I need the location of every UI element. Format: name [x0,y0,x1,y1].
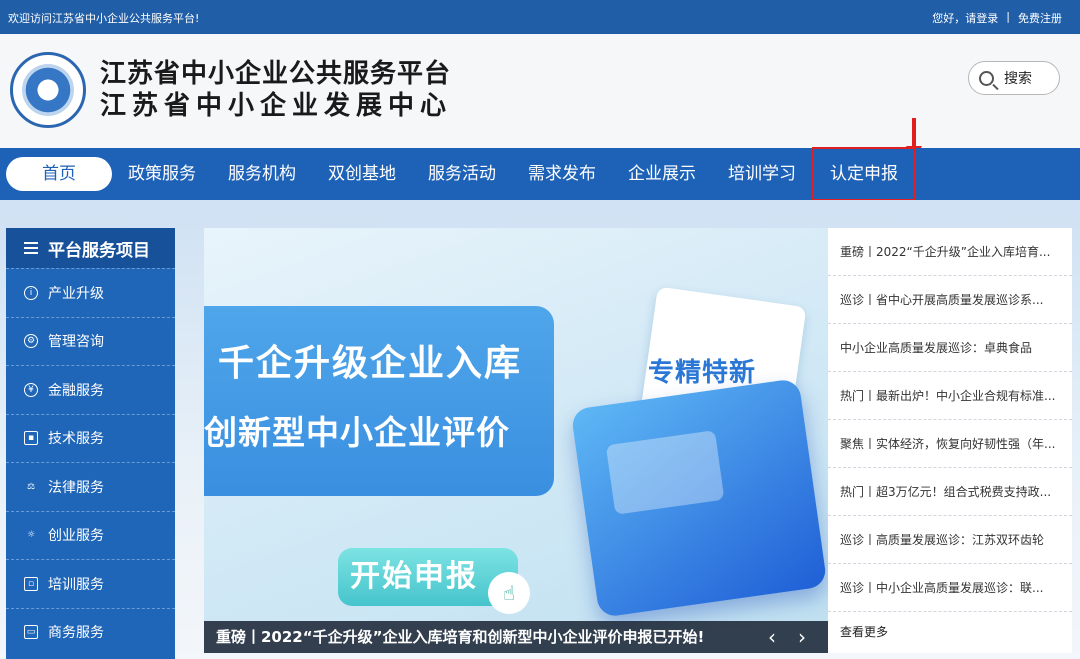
sidebar-item-finance[interactable]: ¥ 金融服务 [6,365,175,414]
search-label: 搜索 [1004,71,1032,87]
nav-item-home[interactable]: 首页 [6,157,112,191]
nav-item-incubators[interactable]: 双创基地 [312,148,412,200]
banner-caption[interactable]: 重磅丨2022“千企升级”企业入库培育和创新型中小企业评价申报已开始! [204,621,828,653]
sidebar-item-industry-upgrade[interactable]: i 产业升级 [6,268,175,317]
sidebar-item-label: 技术服务 [48,431,104,448]
sidebar-item-label: 管理咨询 [48,334,104,351]
gavel-icon: ⚖ [26,481,36,492]
sidebar-item-label: 法律服务 [48,479,104,496]
coin-icon: ¥ [24,382,38,397]
search-icon [979,70,994,86]
account-links: 您好，请登录 | 免费注册 [932,10,1062,26]
nav-item-agencies[interactable]: 服务机构 [212,148,312,200]
info-icon: i [24,285,38,300]
sidebar-item-consulting[interactable]: ⚙ 管理咨询 [6,316,175,366]
list-icon [24,242,38,254]
sidebar-item-legal[interactable]: ⚖ 法律服务 [6,462,175,511]
sidebar-item-label: 创业服务 [48,528,104,545]
sidebar-item-tech[interactable]: ▪ 技术服务 [6,413,175,463]
banner-line2: 创新型中小企业评价 [204,413,510,452]
nav-item-showcase[interactable]: 企业展示 [612,148,712,200]
sidebar-item-label: 产业升级 [48,285,104,302]
site-header: 江苏省中小企业公共服务平台 江苏省中小企业发展中心 搜索 [0,34,1080,160]
nav-item-policy[interactable]: 政策服务 [112,148,212,200]
sidebar-item-business[interactable]: ▭ 商务服务 [6,607,175,657]
tap-hand-icon: ☝ [488,572,530,614]
register-link[interactable]: 免费注册 [1018,10,1062,26]
monitor-icon: ▪ [24,431,38,446]
site-title-line1: 江苏省中小企业公共服务平台 [100,59,452,89]
list-item[interactable]: 巡诊丨省中心开展高质量发展巡诊系... [828,276,1072,324]
list-item[interactable]: 重磅丨2022“千企升级”企业入库培育... [828,228,1072,276]
sidebar-title: 平台服务项目 [48,240,150,261]
search-button[interactable]: 搜索 [968,61,1060,95]
list-item[interactable]: 热门丨超3万亿元！组合式税费支持政... [828,468,1072,516]
nav-item-activities[interactable]: 服务活动 [412,148,512,200]
view-more-link[interactable]: 查看更多 [828,612,1072,653]
sidebar-item-training[interactable]: ▫ 培训服务 [6,559,175,608]
sidebar-item-label: 商务服务 [48,625,104,642]
list-item[interactable]: 聚焦丨实体经济，恢复向好韧性强（年... [828,420,1072,468]
hero-banner[interactable]: 千企升级企业入库 创新型中小企业评价 专精特新 开始申报 ☝ 重磅丨2022“千… [204,228,828,653]
nav-item-training[interactable]: 培训学习 [712,148,812,200]
banner-line1: 千企升级企业入库 [218,343,523,384]
site-title-line2: 江苏省中小企业发展中心 [100,91,453,121]
list-item[interactable]: 热门丨最新出炉！中小企业合规有标准... [828,372,1072,420]
banner-headline-bubble: 千企升级企业入库 创新型中小企业评价 [204,306,554,496]
sidebar-item-label: 金融服务 [48,382,104,399]
banner-next-button[interactable]: › [790,625,814,649]
folder-illustration [570,378,828,618]
login-link[interactable]: 您好，请登录 [932,10,998,26]
banner-tag: 专精特新 [648,358,757,388]
briefcase-icon: ▭ [24,625,38,640]
list-item[interactable]: 中小企业高质量发展巡诊：卓典食品 [828,324,1072,372]
nav-item-certification[interactable]: 认定申报 [812,147,916,201]
nav-item-demands[interactable]: 需求发布 [512,148,612,200]
top-bar: 欢迎访问江苏省中小企业公共服务平台! 您好，请登录 | 免费注册 [0,0,1080,34]
main-nav: 首页 政策服务 服务机构 双创基地 服务活动 需求发布 企业展示 培训学习 认定… [0,147,1080,201]
sidebar-header: 平台服务项目 [6,228,175,268]
service-sidebar: 平台服务项目 i 产业升级 ⚙ 管理咨询 ¥ 金融服务 ▪ 技术服务 ⚖ 法律服务 ☼ 创业… [6,228,175,659]
red-arrow-annotation [906,118,922,160]
separator: | [1006,10,1010,23]
gear-icon: ⚙ [24,334,38,349]
sidebar-item-label: 培训服务 [48,576,104,593]
site-logo[interactable] [10,52,86,128]
welcome-text: 欢迎访问江苏省中小企业公共服务平台! [8,12,200,25]
banner-prev-button[interactable]: ‹ [760,625,784,649]
lightbulb-icon: ☼ [26,530,36,541]
sidebar-item-startup[interactable]: ☼ 创业服务 [6,510,175,560]
list-item[interactable]: 巡诊丨中小企业高质量发展巡诊：联... [828,564,1072,612]
list-item[interactable]: 巡诊丨高质量发展巡诊：江苏双环齿轮 [828,516,1072,564]
presentation-icon: ▫ [24,576,38,591]
site-title: 江苏省中小企业公共服务平台 江苏省中小企业发展中心 [100,58,452,122]
logo-emblem-icon [22,64,74,116]
news-list: 重磅丨2022“千企升级”企业入库培育... 巡诊丨省中心开展高质量发展巡诊系.… [828,228,1072,653]
